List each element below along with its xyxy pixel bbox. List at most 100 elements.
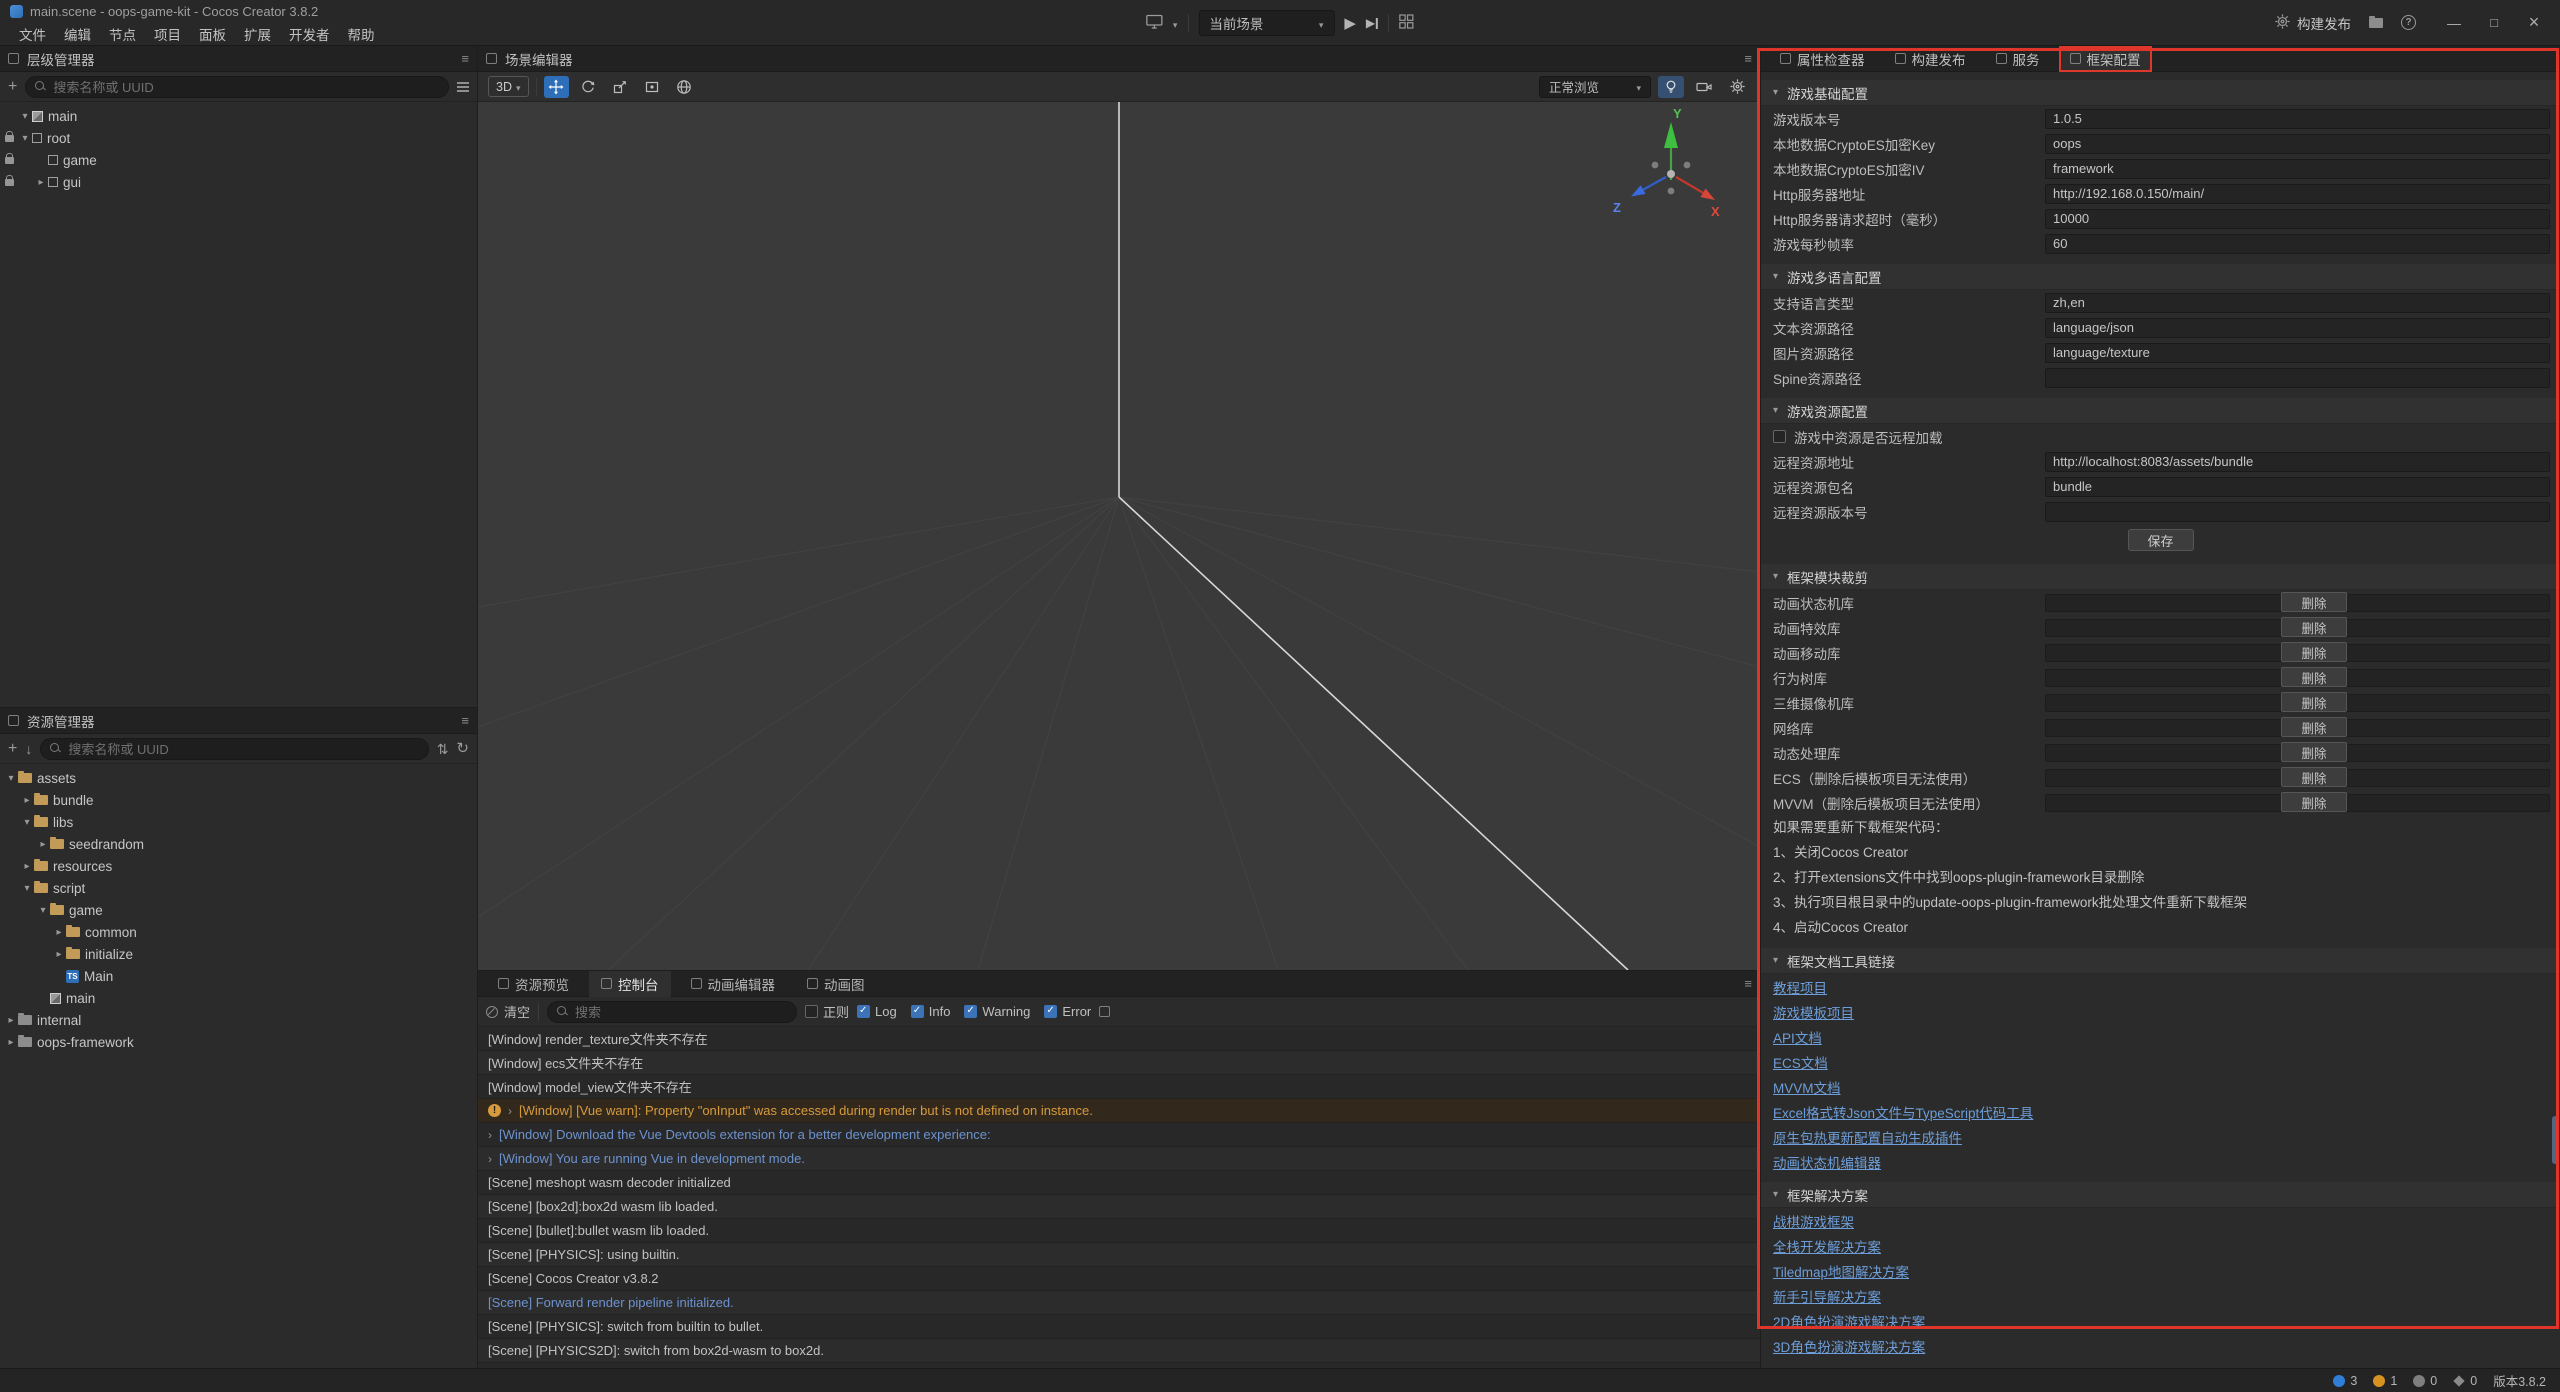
asset-node[interactable]: ▾script	[0, 877, 477, 899]
expand-chevron-icon[interactable]: ›	[508, 1104, 512, 1118]
maximize-button[interactable]	[2474, 0, 2514, 46]
console-options-icon[interactable]	[1099, 1006, 1110, 1017]
doc-link[interactable]: 全栈开发解决方案	[1773, 1236, 1881, 1256]
delete-button[interactable]: 删除	[2281, 642, 2347, 662]
doc-link[interactable]: ECS文档	[1773, 1052, 1828, 1072]
console-log-row[interactable]: [Window] render_texture文件夹不存在	[478, 1027, 1760, 1051]
doc-link[interactable]: 新手引导解决方案	[1773, 1286, 1881, 1306]
section-header[interactable]: ▾游戏基础配置	[1761, 80, 2560, 106]
expand-arrow-icon[interactable]: ▾	[18, 133, 32, 144]
asset-node[interactable]: ▸resources	[0, 855, 477, 877]
asset-node[interactable]: ▾assets	[0, 767, 477, 789]
expand-arrow-icon[interactable]: ▾	[18, 111, 32, 122]
bulb-icon[interactable]	[1658, 76, 1684, 98]
expand-arrow-icon[interactable]: ▾	[20, 883, 34, 894]
camera-icon[interactable]	[1691, 76, 1717, 98]
delete-button[interactable]: 删除	[2281, 667, 2347, 687]
asset-node[interactable]: TSMain	[0, 965, 477, 987]
checkbox-unchecked-icon[interactable]	[805, 1005, 818, 1018]
hierarchy-search-input[interactable]: 搜索名称或 UUID	[25, 76, 449, 98]
hierarchy-node[interactable]: ▾main	[0, 105, 477, 127]
console-log-row[interactable]: [Window] model_view文件夹不存在	[478, 1075, 1760, 1099]
build-publish-button[interactable]: 构建发布	[2275, 13, 2351, 33]
view-gizmo[interactable]: Y X Z	[1606, 104, 1736, 234]
gear-icon[interactable]	[1724, 76, 1750, 98]
console-filter[interactable]: Log	[857, 1004, 897, 1019]
add-node-button[interactable]	[8, 79, 17, 95]
section-header[interactable]: ▾框架模块裁剪	[1761, 564, 2560, 590]
asset-node[interactable]: ▸common	[0, 921, 477, 943]
delete-button[interactable]: 删除	[2281, 692, 2347, 712]
field-input[interactable]: language/json	[2045, 318, 2550, 338]
help-icon[interactable]	[2401, 15, 2416, 30]
close-button[interactable]	[2514, 0, 2554, 46]
sort-icon[interactable]	[437, 742, 449, 756]
section-header[interactable]: ▾游戏资源配置	[1761, 398, 2560, 424]
asset-node[interactable]: ▾libs	[0, 811, 477, 833]
field-input[interactable]: language/texture	[2045, 343, 2550, 363]
scrollbar-thumb[interactable]	[2552, 1116, 2558, 1164]
step-button[interactable]	[1366, 17, 1378, 29]
filter-icon[interactable]	[457, 82, 469, 92]
other-count-badge[interactable]: 0	[2453, 1374, 2477, 1388]
doc-link[interactable]: 3D角色扮演游戏解决方案	[1773, 1336, 1925, 1356]
doc-link[interactable]: 动画状态机编辑器	[1773, 1152, 1881, 1172]
doc-link[interactable]: 原生包热更新配置自动生成插件	[1773, 1127, 1962, 1147]
console-filter[interactable]: Warning	[964, 1004, 1030, 1019]
console-tab[interactable]: 动画编辑器	[679, 971, 788, 997]
asset-node[interactable]: main	[0, 987, 477, 1009]
regex-toggle[interactable]: 正则	[805, 1002, 849, 1021]
refresh-icon[interactable]	[456, 741, 469, 756]
inspector-tab[interactable]: 属性检查器	[1769, 46, 1876, 72]
field-input[interactable]: 60	[2045, 234, 2550, 254]
checkbox-icon[interactable]	[1773, 430, 1786, 443]
view-mode-select[interactable]: 正常浏览	[1539, 76, 1651, 98]
checkbox-checked-icon[interactable]	[857, 1005, 870, 1018]
console-filter[interactable]: Info	[911, 1004, 951, 1019]
delete-button[interactable]: 删除	[2281, 717, 2347, 737]
console-log-row[interactable]: [Scene] [box2d]:box2d wasm lib loaded.	[478, 1195, 1760, 1219]
doc-link[interactable]: 教程项目	[1773, 977, 1827, 997]
field-input[interactable]	[2045, 502, 2550, 522]
console-tab[interactable]: 资源预览	[486, 971, 581, 997]
field-input[interactable]: oops	[2045, 134, 2550, 154]
expand-arrow-icon[interactable]: ▸	[4, 1015, 18, 1026]
scene-select[interactable]: 当前场景	[1198, 10, 1334, 36]
console-log-row[interactable]: [Window] ecs文件夹不存在	[478, 1051, 1760, 1075]
scale-tool-icon[interactable]	[608, 76, 633, 98]
field-input[interactable]: 1.0.5	[2045, 109, 2550, 129]
console-tab[interactable]: 控制台	[589, 971, 671, 997]
doc-link[interactable]: Excel格式转Json文件与TypeScript代码工具	[1773, 1102, 2033, 1122]
checkbox-checked-icon[interactable]	[911, 1005, 924, 1018]
doc-link[interactable]: API文档	[1773, 1027, 1822, 1047]
asset-node[interactable]: ▸initialize	[0, 943, 477, 965]
inspector-tab[interactable]: 框架配置	[2059, 46, 2152, 72]
console-search-input[interactable]: 搜索	[547, 1001, 797, 1023]
minimize-button[interactable]	[2434, 0, 2474, 46]
inspector-tab[interactable]: 服务	[1985, 46, 2051, 72]
field-input[interactable]: zh,en	[2045, 293, 2550, 313]
checkbox-checked-icon[interactable]	[964, 1005, 977, 1018]
expand-arrow-icon[interactable]: ▸	[20, 861, 34, 872]
console-log-row[interactable]: !›[Window] [Vue warn]: Property "onInput…	[478, 1099, 1760, 1123]
expand-arrow-icon[interactable]: ▾	[36, 905, 50, 916]
menu-item[interactable]: 编辑	[55, 24, 100, 44]
expand-arrow-icon[interactable]: ▸	[20, 795, 34, 806]
field-input[interactable]: http://localhost:8083/assets/bundle	[2045, 452, 2550, 472]
asset-node[interactable]: ▸internal	[0, 1009, 477, 1031]
inspector-tab[interactable]: 构建发布	[1884, 46, 1977, 72]
section-header[interactable]: ▾框架解决方案	[1761, 1182, 2560, 1208]
delete-button[interactable]: 删除	[2281, 617, 2347, 637]
add-asset-button[interactable]	[8, 741, 17, 757]
asset-node[interactable]: ▾game	[0, 899, 477, 921]
console-log-row[interactable]: [Scene] Forward render pipeline initiali…	[478, 1291, 1760, 1315]
menu-item[interactable]: 帮助	[339, 24, 384, 44]
expand-arrow-icon[interactable]: ▾	[4, 773, 18, 784]
doc-link[interactable]: 2D角色扮演游戏解决方案	[1773, 1311, 1925, 1331]
menu-item[interactable]: 文件	[10, 24, 55, 44]
field-input[interactable]: framework	[2045, 159, 2550, 179]
expand-arrow-icon[interactable]: ▸	[52, 927, 66, 938]
delete-button[interactable]: 删除	[2281, 592, 2347, 612]
doc-link[interactable]: 战棋游戏框架	[1773, 1211, 1854, 1231]
delete-button[interactable]: 删除	[2281, 767, 2347, 787]
